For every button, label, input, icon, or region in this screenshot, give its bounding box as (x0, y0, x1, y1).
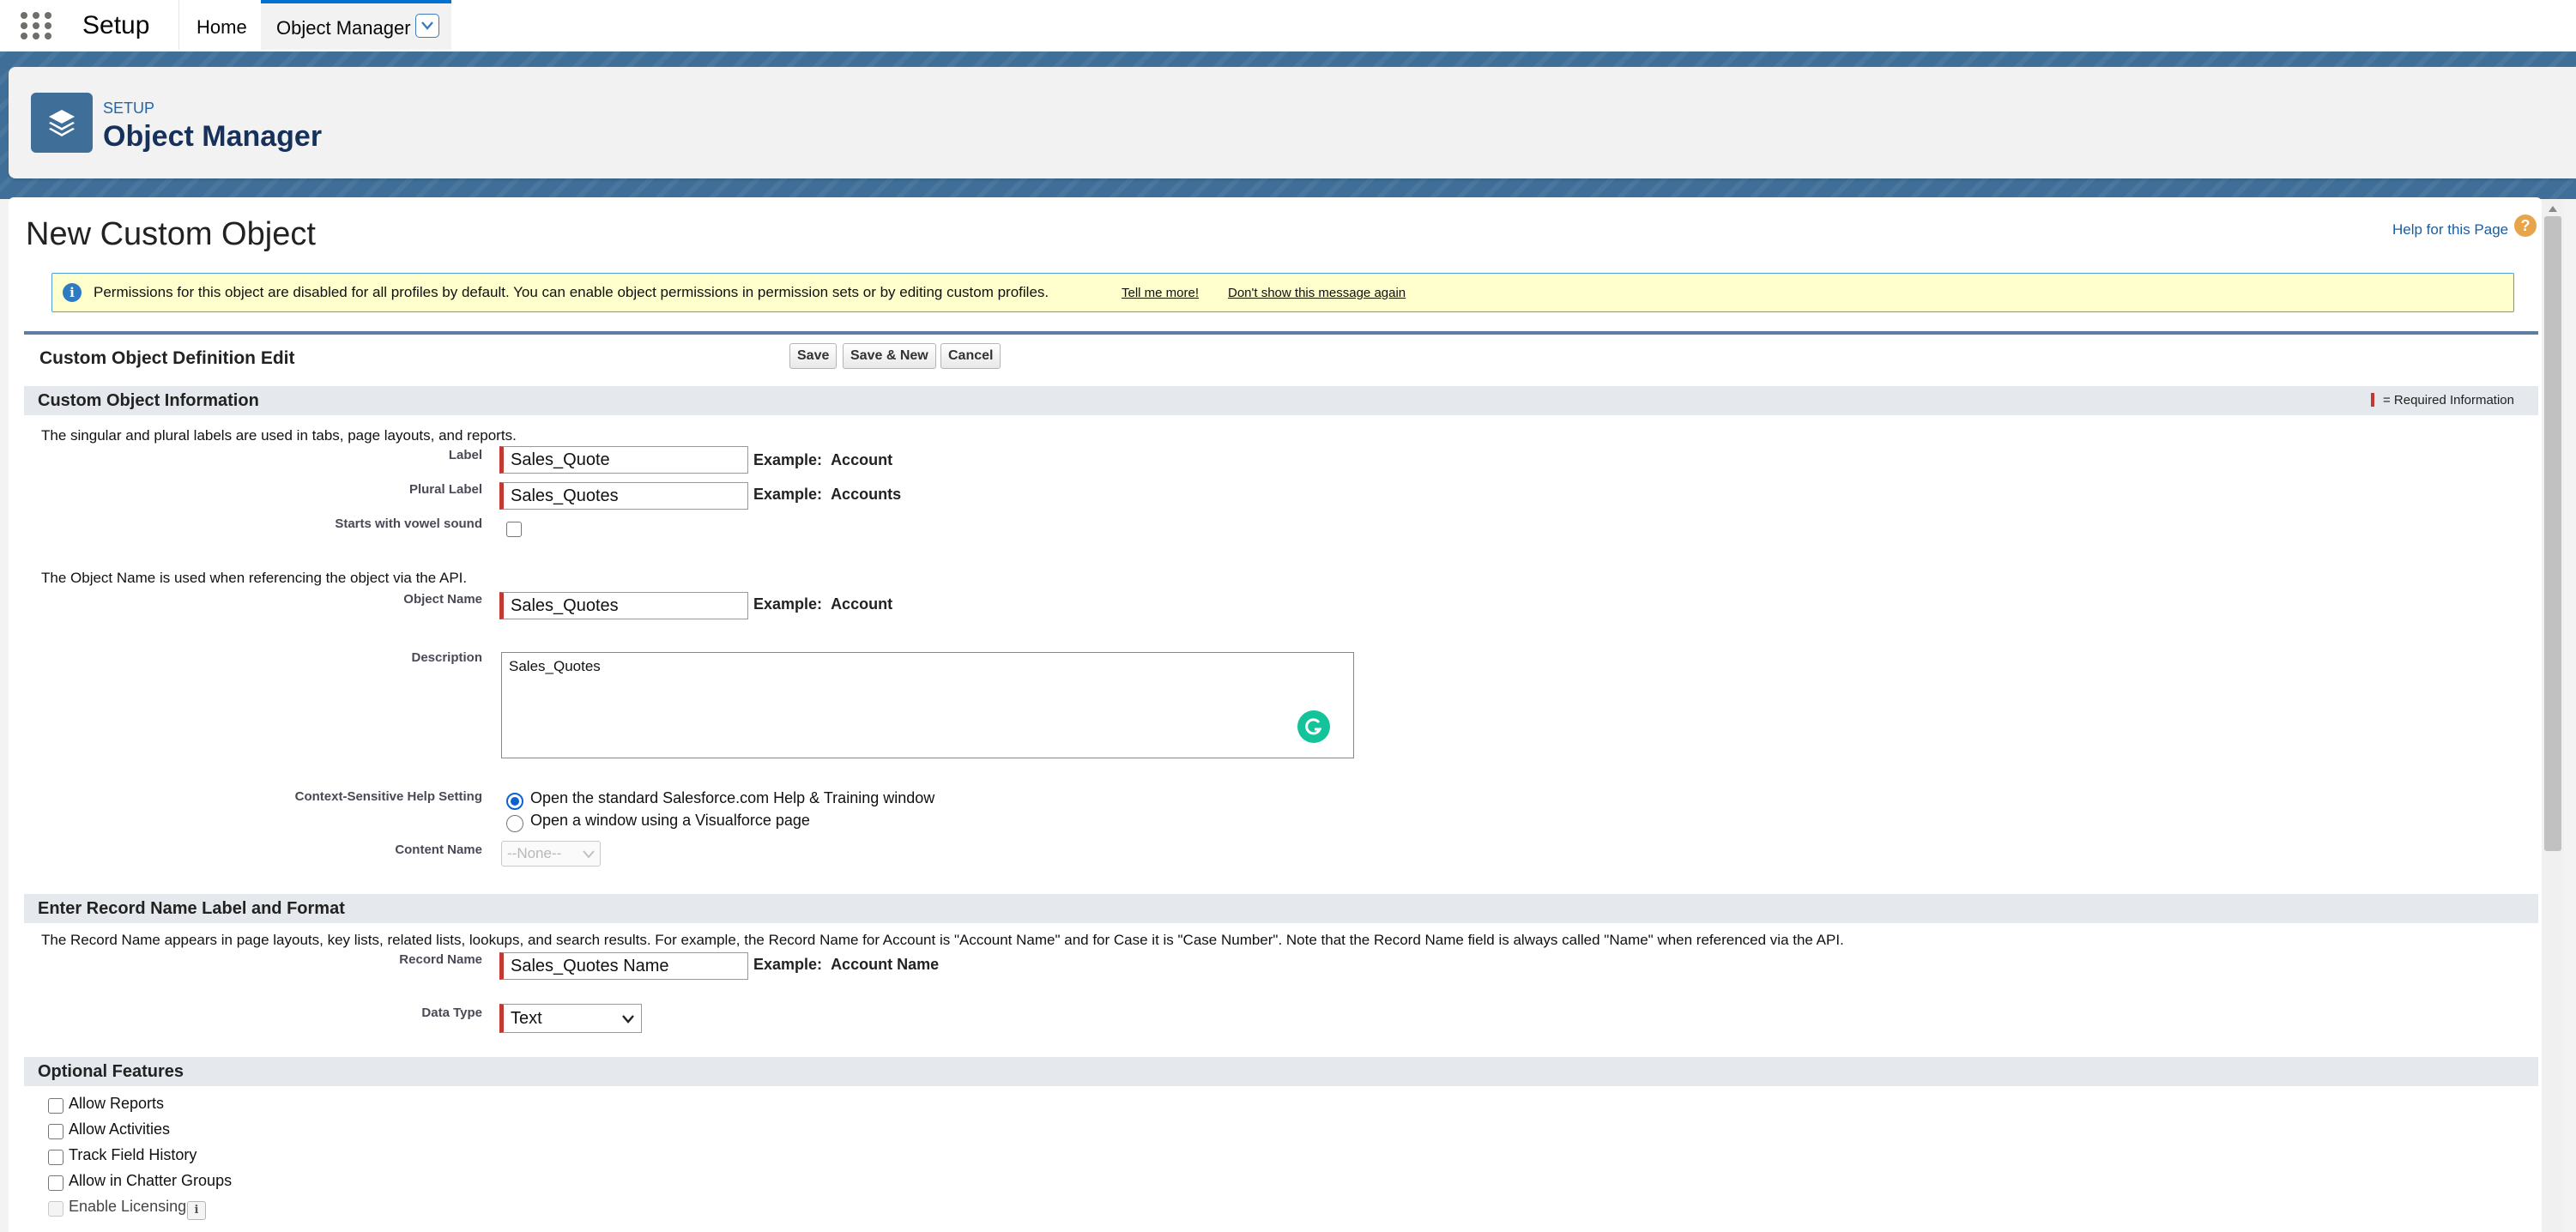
info-icon[interactable]: i (187, 1201, 206, 1220)
required-legend: = Required Information (2370, 393, 2514, 408)
allow-reports-checkbox[interactable] (48, 1098, 63, 1114)
example-value: Account (831, 595, 893, 613)
scrollbar-thumb[interactable] (2544, 216, 2561, 851)
tab-home[interactable]: Home (178, 0, 264, 50)
info-icon: i (63, 283, 82, 302)
global-nav-bar: Setup Home Object Manager (0, 0, 2576, 52)
track-field-history-label: Track Field History (69, 1146, 197, 1163)
save-button[interactable]: Save (789, 343, 838, 369)
example-prefix: Example: (753, 486, 823, 503)
required-marker (2370, 393, 2374, 407)
label-input-wrapper (499, 446, 748, 474)
enable-licensing-checkbox (48, 1201, 63, 1217)
record-name-help-text: The Record Name appears in page layouts,… (41, 932, 1844, 948)
page-title: New Custom Object (26, 216, 316, 252)
allow-chatter-groups-label: Allow in Chatter Groups (69, 1172, 233, 1189)
section-title: Custom Object Information (38, 391, 259, 410)
track-field-history-checkbox[interactable] (48, 1150, 63, 1165)
enable-licensing-label: Enable Licensing (69, 1198, 187, 1215)
setup-eyebrow[interactable]: SETUP (103, 100, 154, 118)
help-for-page-link[interactable]: Help for this Page (2392, 221, 2508, 239)
record-name-field-label: Record Name (399, 952, 482, 967)
chevron-down-icon (583, 850, 595, 859)
record-name-example: Example: Account Name (753, 956, 939, 974)
chevron-down-icon[interactable] (415, 14, 439, 38)
app-name: Setup (82, 11, 150, 39)
example-value: Account (831, 451, 893, 468)
data-type-label: Data Type (421, 1006, 482, 1020)
scroll-up-arrow-icon[interactable] (2542, 199, 2564, 218)
plural-label-input-wrapper (499, 482, 748, 510)
vowel-sound-checkbox[interactable] (506, 522, 522, 537)
tell-me-more-link[interactable]: Tell me more! (1122, 286, 1199, 300)
tab-object-manager-label: Object Manager (276, 17, 411, 39)
content-name-label: Content Name (395, 842, 482, 857)
vowel-sound-label: Starts with vowel sound (335, 516, 482, 531)
description-textarea-wrapper: Sales_Quotes (501, 652, 1354, 758)
permissions-info-banner: i Permissions for this object are disabl… (51, 273, 2514, 312)
allow-chatter-groups-checkbox[interactable] (48, 1175, 63, 1191)
grammarly-icon[interactable] (1297, 710, 1330, 743)
section-title: Enter Record Name Label and Format (38, 899, 345, 918)
object-name-input[interactable] (504, 593, 747, 619)
help-setting-label: Context-Sensitive Help Setting (294, 789, 482, 804)
label-input[interactable] (504, 447, 747, 473)
example-prefix: Example: (753, 595, 823, 613)
content-name-value: --None-- (507, 845, 562, 861)
banner-text: Permissions for this object are disabled… (94, 284, 1049, 300)
help-option-standard-radio[interactable] (506, 793, 523, 810)
allow-activities-checkbox[interactable] (48, 1124, 63, 1139)
help-option-visualforce-label: Open a window using a Visualforce page (530, 812, 810, 829)
edit-block-title: Custom Object Definition Edit (39, 348, 295, 368)
object-name-input-wrapper (499, 592, 748, 619)
save-and-new-button[interactable]: Save & New (843, 343, 936, 369)
layers-icon (31, 93, 93, 153)
record-name-input-wrapper (499, 952, 748, 980)
record-name-input[interactable] (504, 953, 747, 979)
label-field-label: Label (448, 448, 482, 462)
object-name-field-label: Object Name (403, 592, 482, 607)
plural-label-field-label: Plural Label (408, 482, 482, 497)
description-field-label: Description (411, 650, 482, 665)
section-title: Optional Features (38, 1062, 184, 1081)
plural-label-input[interactable] (504, 483, 747, 509)
data-type-select[interactable]: Text (499, 1004, 642, 1033)
labels-help-text: The singular and plural labels are used … (41, 427, 517, 444)
section-record-name: Enter Record Name Label and Format (24, 894, 2538, 923)
required-legend-text: = Required Information (2382, 393, 2514, 408)
example-prefix: Example: (753, 451, 823, 468)
object-name-help-text: The Object Name is used when referencing… (41, 570, 468, 586)
tab-object-manager[interactable]: Object Manager (261, 0, 451, 50)
chevron-down-icon (622, 1015, 634, 1024)
help-option-standard-label: Open the standard Salesforce.com Help & … (530, 789, 935, 806)
edit-block-header: Custom Object Definition Edit Save Save … (24, 331, 2538, 386)
help-option-visualforce-radio[interactable] (506, 815, 523, 832)
plural-label-example: Example: Accounts (753, 486, 901, 504)
section-optional-features: Optional Features (24, 1057, 2538, 1086)
data-type-value: Text (511, 1009, 542, 1028)
label-example: Example: Account (753, 451, 892, 469)
content-name-select: --None-- (501, 841, 601, 867)
cancel-button[interactable]: Cancel (940, 343, 1001, 369)
section-custom-object-information: Custom Object Information = Required Inf… (24, 386, 2538, 415)
dont-show-again-link[interactable]: Don't show this message again (1228, 286, 1406, 300)
main-card: New Custom Object Help for this Page ? i… (9, 197, 2542, 1232)
example-value: Accounts (831, 486, 902, 503)
description-textarea[interactable]: Sales_Quotes (502, 653, 1353, 758)
allow-activities-label: Allow Activities (69, 1120, 171, 1138)
allow-reports-label: Allow Reports (69, 1095, 165, 1112)
app-launcher-icon[interactable] (19, 10, 53, 41)
question-icon[interactable]: ? (2514, 214, 2537, 237)
example-prefix: Example: (753, 956, 823, 973)
setup-header: SETUP Object Manager (9, 67, 2576, 178)
object-name-example: Example: Account (753, 595, 892, 613)
example-value: Account Name (831, 956, 940, 973)
page-header-title: Object Manager (103, 120, 323, 153)
